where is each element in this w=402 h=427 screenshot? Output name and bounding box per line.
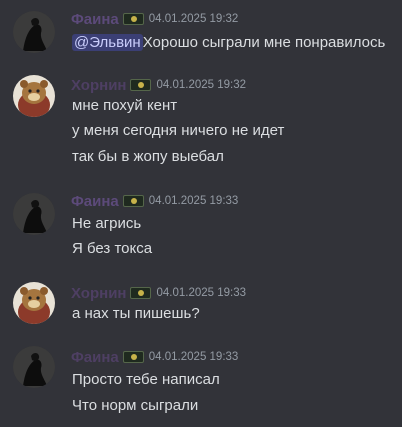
message-header: Фаина 04.01.2025 19:32	[71, 10, 238, 28]
username[interactable]: Фаина	[71, 193, 119, 210]
username[interactable]: Фаина	[71, 349, 119, 366]
message-text: Просто тебе написал	[72, 371, 220, 388]
timestamp: 04.01.2025 19:32	[156, 79, 247, 91]
message-line: @Эльвин Хорошо сыграли мне понравилось	[72, 33, 385, 53]
user-mention[interactable]: @Эльвин	[72, 34, 143, 51]
chipmunk-avatar-icon[interactable]	[13, 75, 55, 117]
message-header: Хорнин 04.01.2025 19:32	[71, 76, 246, 94]
timestamp: 04.01.2025 19:33	[156, 287, 247, 299]
role-tag-icon[interactable]	[130, 79, 152, 91]
username[interactable]: Хорнин	[71, 285, 126, 302]
message-text: у меня сегодня ничего не идет	[72, 122, 285, 139]
message-text: мне похуй кент	[72, 97, 178, 114]
role-tag-icon[interactable]	[122, 195, 144, 207]
timestamp: 04.01.2025 19:32	[148, 13, 239, 25]
role-tag-icon[interactable]	[130, 287, 152, 299]
timestamp: 04.01.2025 19:33	[148, 195, 239, 207]
message-text: Хорошо сыграли мне понравилось	[142, 34, 386, 51]
chipmunk-avatar-icon[interactable]	[13, 282, 55, 324]
message-text: а нах ты пишешь?	[72, 305, 200, 322]
message-text: так бы в жопу выебал	[72, 148, 224, 165]
message-header: Фаина 04.01.2025 19:33	[71, 348, 238, 366]
message-text: Не агрись	[72, 215, 142, 232]
dark-figure-avatar-icon[interactable]	[13, 193, 55, 235]
timestamp: 04.01.2025 19:33	[148, 351, 239, 363]
message-text: Я без токса	[72, 240, 153, 257]
username[interactable]: Фаина	[71, 11, 119, 28]
message-text: Что норм сыграли	[72, 397, 199, 414]
dark-figure-avatar-icon[interactable]	[13, 11, 55, 53]
dark-figure-avatar-icon[interactable]	[13, 346, 55, 388]
username[interactable]: Хорнин	[71, 77, 126, 94]
role-tag-icon[interactable]	[122, 351, 144, 363]
message-header: Хорнин 04.01.2025 19:33	[71, 284, 246, 302]
message-header: Фаина 04.01.2025 19:33	[71, 192, 238, 210]
role-tag-icon[interactable]	[122, 13, 144, 25]
